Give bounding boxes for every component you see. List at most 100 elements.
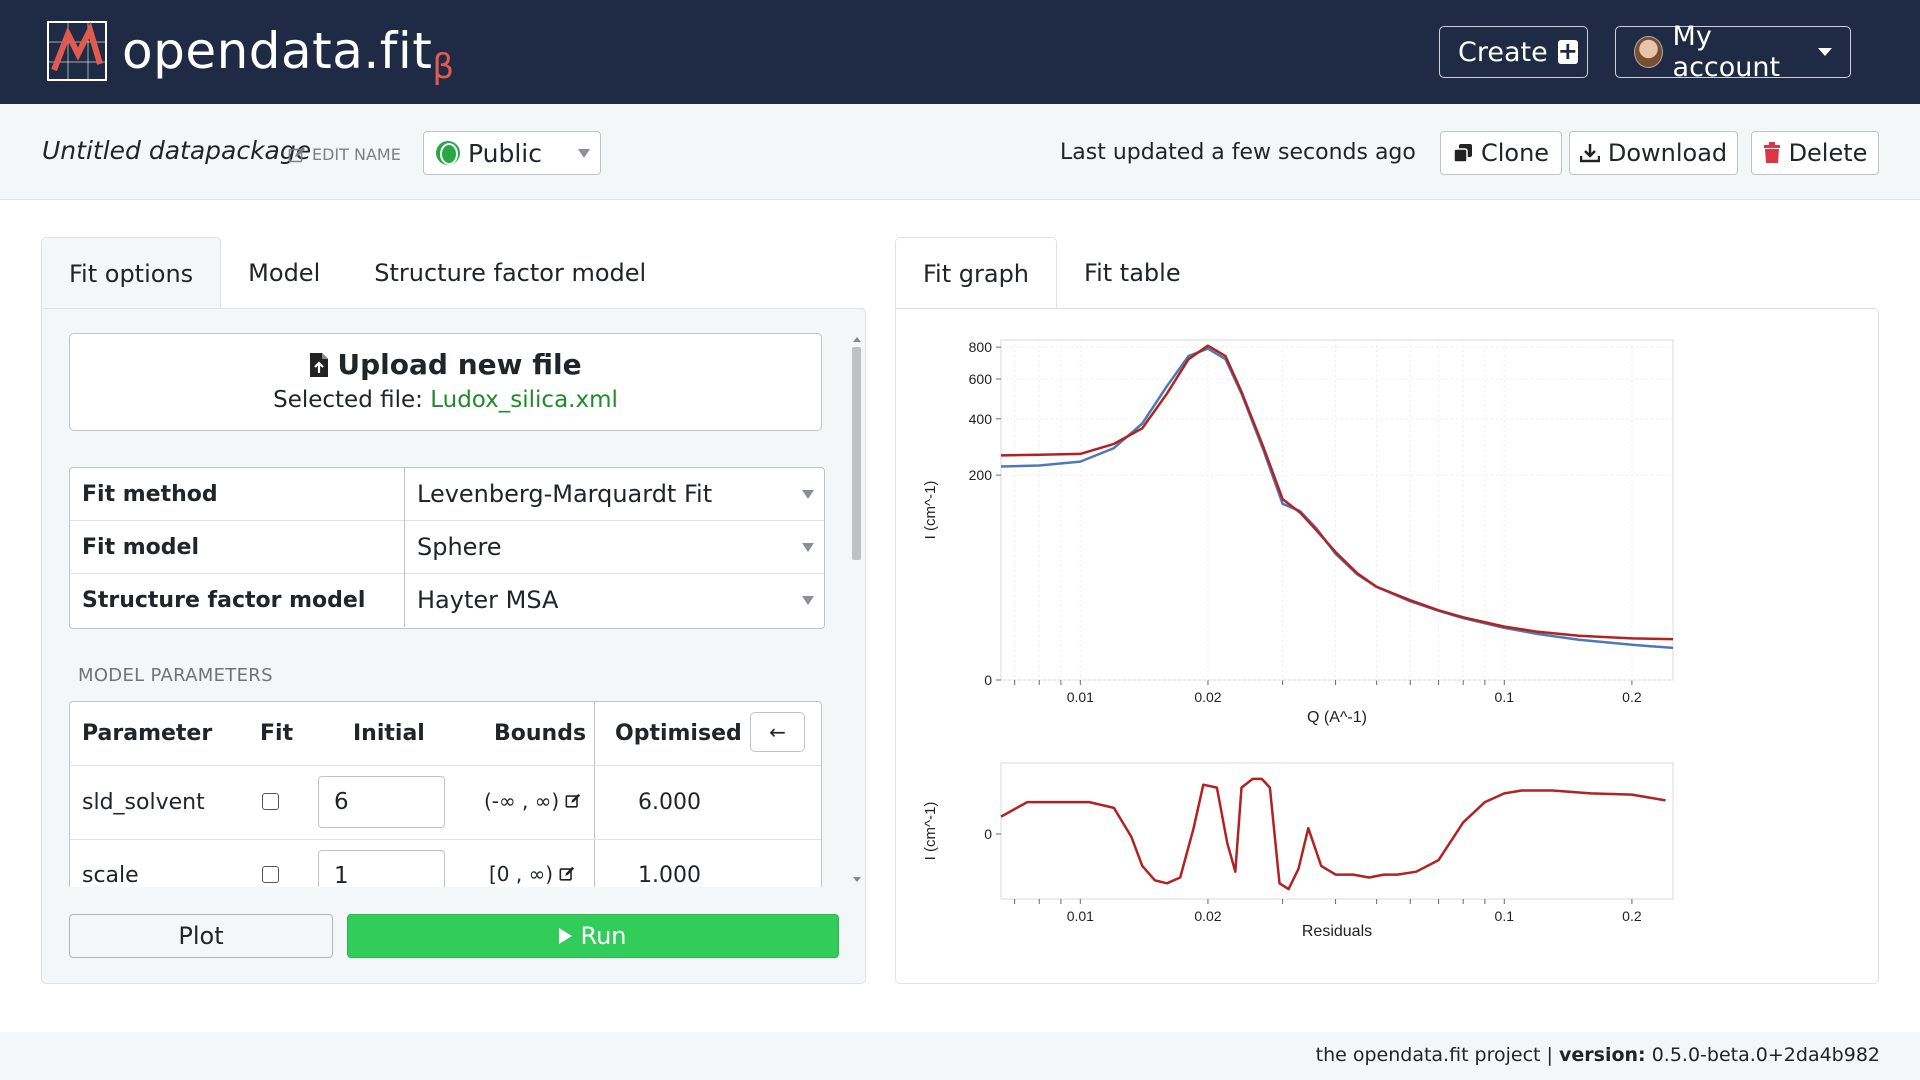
delete-label: Delete	[1788, 139, 1868, 167]
model-parameters-heading: MODEL PARAMETERS	[78, 665, 273, 686]
beta-badge: β	[432, 47, 455, 87]
visibility-value: Public	[468, 138, 542, 168]
clone-button[interactable]: Clone	[1440, 131, 1562, 175]
file-upload-icon	[310, 352, 329, 377]
bounds-cell: [0 , ∞)	[489, 862, 575, 886]
run-button[interactable]: Run	[347, 914, 839, 958]
column-header-parameter: Parameter	[82, 721, 213, 746]
edit-icon[interactable]	[565, 793, 581, 809]
param-name: sld_solvent	[82, 790, 205, 815]
y-axis-label: I (cm^-1)	[922, 802, 939, 861]
run-label: Run	[580, 922, 627, 950]
tab-structure-factor-model[interactable]: Structure factor model	[347, 237, 673, 309]
x-axis-label: Q (A^-1)	[1307, 709, 1367, 726]
tab-fit-options[interactable]: Fit options	[41, 237, 222, 309]
edit-name-link[interactable]: EDIT NAME	[288, 145, 401, 164]
upload-file-button[interactable]: Upload new file Selected file: Ludox_sil…	[69, 333, 822, 431]
edit-name-label: EDIT NAME	[312, 145, 401, 164]
fit-graph-charts: 0.01 0.02 0.1 0.2 0 200 400 600 800 Q (A^-1) I (cm…	[922, 339, 1674, 940]
row-divider	[70, 839, 821, 840]
datapackage-name: Untitled datapackage	[42, 136, 312, 165]
globe-icon	[436, 141, 460, 165]
x-tick-label: 0.02	[1194, 689, 1221, 705]
initial-input[interactable]: 6	[318, 776, 445, 828]
optimised-value: 6.000	[638, 790, 701, 815]
upload-title-label: Upload new file	[337, 348, 582, 381]
optimised-value: 1.000	[638, 863, 701, 887]
param-name: scale	[82, 863, 139, 887]
column-header-initial: Initial	[353, 721, 425, 746]
column-header-bounds: Bounds	[494, 721, 587, 746]
download-button[interactable]: Download	[1569, 131, 1738, 175]
selected-file-line: Selected file: Ludox_silica.xml	[70, 387, 821, 413]
x-tick-label: 0.2	[1622, 908, 1642, 924]
visibility-select[interactable]: Public	[423, 131, 601, 175]
plot-area	[1000, 762, 1674, 900]
trash-icon	[1763, 142, 1780, 163]
my-account-button[interactable]: My account	[1615, 21, 1851, 83]
footer-text: the opendata.fit project | version: 0.5.…	[1316, 1044, 1880, 1066]
tab-fit-graph[interactable]: Fit graph	[895, 237, 1058, 309]
upload-title: Upload new file	[70, 348, 821, 381]
fit-method-select[interactable]: Levenberg-Marquardt Fit	[404, 468, 824, 521]
fit-checkbox[interactable]	[262, 866, 279, 883]
chevron-down-icon	[802, 490, 814, 499]
option-row-fit-model: Fit model Sphere	[70, 521, 824, 574]
fit-checkbox[interactable]	[262, 793, 279, 810]
option-row-structure-factor: Structure factor model Hayter MSA	[70, 574, 824, 627]
delete-button[interactable]: Delete	[1751, 131, 1879, 175]
fit-model-select[interactable]: Sphere	[404, 521, 824, 574]
create-button[interactable]: Create +	[1439, 26, 1588, 78]
option-label: Fit method	[82, 482, 218, 507]
fit-options-table: Fit method Levenberg-Marquardt Fit Fit m…	[69, 467, 825, 629]
collapse-arrow-button[interactable]: ←	[750, 712, 805, 752]
plot-button[interactable]: Plot	[69, 914, 333, 958]
fit-tabs: Fit options Model Structure factor model	[41, 237, 673, 309]
plot-area	[1000, 339, 1674, 681]
bounds-value: (-∞ , ∞)	[484, 789, 560, 813]
scroll-up-icon[interactable]	[853, 337, 861, 342]
logo-icon[interactable]	[46, 20, 110, 84]
y-tick-label: 400	[969, 411, 993, 427]
edit-icon[interactable]	[559, 866, 575, 882]
y-tick-label: 600	[969, 371, 993, 387]
column-header-fit: Fit	[260, 721, 294, 746]
bounds-value: [0 , ∞)	[489, 862, 554, 886]
chevron-down-icon	[578, 149, 590, 158]
option-value: Hayter MSA	[417, 586, 559, 614]
account-label: My account	[1672, 21, 1781, 83]
x-tick-label: 0.1	[1495, 908, 1515, 924]
project-text: the opendata.fit project |	[1315, 1044, 1553, 1066]
scroll-down-icon[interactable]	[853, 877, 861, 882]
version-label: version:	[1559, 1044, 1646, 1066]
option-label: Structure factor model	[82, 588, 366, 613]
column-header-optimised: Optimised	[615, 721, 742, 746]
tab-fit-table[interactable]: Fit table	[1057, 237, 1208, 309]
edit-icon	[288, 146, 305, 162]
column-divider	[594, 702, 595, 887]
option-row-fit-method: Fit method Levenberg-Marquardt Fit	[70, 468, 824, 521]
y-tick-label: 800	[969, 339, 993, 355]
header-divider	[70, 765, 821, 766]
y-tick-label: 0	[984, 826, 992, 842]
selected-file-prefix: Selected file:	[273, 387, 423, 413]
selected-file-name: Ludox_silica.xml	[430, 387, 618, 413]
option-value: Sphere	[417, 533, 502, 561]
plus-icon: +	[1557, 37, 1578, 65]
x-tick-label: 0.02	[1194, 908, 1221, 924]
y-tick-label: 200	[969, 467, 993, 483]
last-updated-text: Last updated a few seconds ago	[1060, 140, 1416, 165]
footer: the opendata.fit project | version: 0.5.…	[0, 1032, 1920, 1080]
option-value: Levenberg-Marquardt Fit	[417, 480, 713, 508]
x-tick-label: 0.1	[1495, 689, 1515, 705]
x-tick-label: 0.01	[1067, 908, 1094, 924]
x-tick-label: 0.01	[1067, 689, 1094, 705]
download-icon	[1579, 144, 1600, 163]
structure-factor-select[interactable]: Hayter MSA	[404, 574, 824, 627]
brand-name[interactable]: opendata.fitβ	[122, 22, 455, 87]
chevron-down-icon	[1818, 48, 1832, 56]
initial-input[interactable]: 1	[318, 850, 445, 887]
tab-model[interactable]: Model	[221, 237, 347, 309]
graph-tabs: Fit graph Fit table	[895, 237, 1208, 309]
scrollbar-thumb[interactable]	[852, 347, 861, 560]
